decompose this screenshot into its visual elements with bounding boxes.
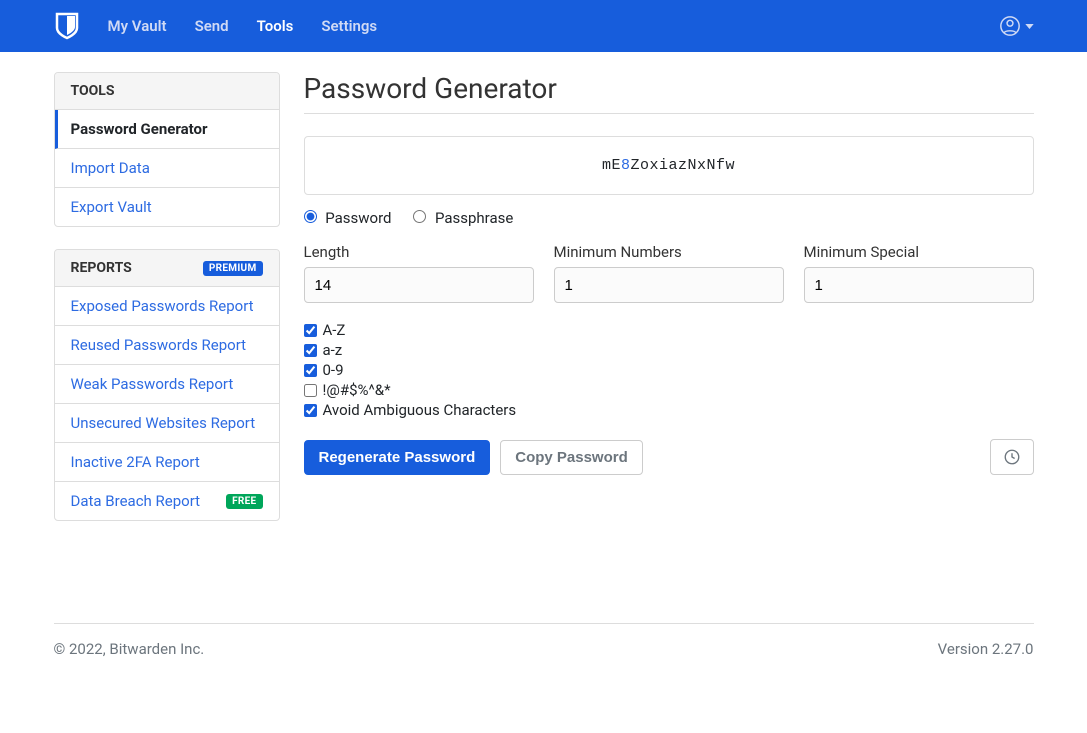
check-lowercase[interactable]: a-z <box>304 341 1034 359</box>
tools-header: TOOLS <box>55 73 279 110</box>
sidebar-item-weak-passwords-report[interactable]: Weak Passwords Report <box>55 365 279 404</box>
nav-link-my-vault[interactable]: My Vault <box>108 17 167 35</box>
check-ambiguous-label: Avoid Ambiguous Characters <box>323 401 517 419</box>
password-segment: ZoxiazNxNfw <box>631 157 736 174</box>
radio-passphrase-input[interactable] <box>413 210 426 223</box>
nav-link-tools[interactable]: Tools <box>257 17 294 35</box>
radio-passphrase-label: Passphrase <box>435 209 513 227</box>
check-ambiguous[interactable]: Avoid Ambiguous Characters <box>304 401 1034 419</box>
copy-button[interactable]: Copy Password <box>500 440 643 475</box>
sidebar-item-unsecured-websites-report[interactable]: Unsecured Websites Report <box>55 404 279 443</box>
check-numbers-label: 0-9 <box>323 361 344 379</box>
history-button[interactable] <box>990 439 1034 475</box>
sidebar-item-label: Reused Passwords Report <box>71 336 247 354</box>
char-options: A-Z a-z 0-9 !@#$%^&* Avoid Ambiguous Cha… <box>304 321 1034 419</box>
tools-card: TOOLS Password GeneratorImport DataExpor… <box>54 72 280 227</box>
check-uppercase[interactable]: A-Z <box>304 321 1034 339</box>
check-numbers[interactable]: 0-9 <box>304 361 1034 379</box>
min-numbers-input[interactable] <box>554 267 784 303</box>
free-badge: FREE <box>226 494 262 509</box>
clock-icon <box>1003 448 1021 466</box>
check-lowercase-label: a-z <box>323 341 343 359</box>
radio-passphrase[interactable]: Passphrase <box>413 209 513 227</box>
check-ambiguous-input[interactable] <box>304 404 317 417</box>
reports-header-label: REPORTS <box>71 260 132 276</box>
bitwarden-logo[interactable] <box>54 11 80 41</box>
sidebar-item-exposed-passwords-report[interactable]: Exposed Passwords Report <box>55 287 279 326</box>
nav-link-settings[interactable]: Settings <box>321 17 377 35</box>
page-title: Password Generator <box>304 72 1034 114</box>
length-field: Length <box>304 243 534 303</box>
check-special-input[interactable] <box>304 384 317 397</box>
sidebar-item-label: Weak Passwords Report <box>71 375 234 393</box>
sidebar-item-import-data[interactable]: Import Data <box>55 149 279 188</box>
sidebar-item-data-breach-report[interactable]: Data Breach Report FREE <box>55 482 279 520</box>
reports-card: REPORTS PREMIUM Exposed Passwords Report… <box>54 249 280 521</box>
check-uppercase-label: A-Z <box>323 321 346 339</box>
min-special-field: Minimum Special <box>804 243 1034 303</box>
footer: © 2022, Bitwarden Inc. Version 2.27.0 <box>54 623 1034 698</box>
min-numbers-field: Minimum Numbers <box>554 243 784 303</box>
nav-link-send[interactable]: Send <box>195 17 229 35</box>
reports-header: REPORTS PREMIUM <box>55 250 279 287</box>
top-navbar: My Vault Send Tools Settings <box>0 0 1087 52</box>
sidebar-item-label: Exposed Passwords Report <box>71 297 254 315</box>
sidebar-item-password-generator[interactable]: Password Generator <box>55 110 279 149</box>
radio-password-label: Password <box>325 209 391 227</box>
action-row: Regenerate Password Copy Password <box>304 439 1034 475</box>
generator-type-radios: Password Passphrase <box>304 209 1034 227</box>
sidebar-item-reused-passwords-report[interactable]: Reused Passwords Report <box>55 326 279 365</box>
sidebar-item-label: Unsecured Websites Report <box>71 414 256 432</box>
sidebar-item-inactive-2fa-report[interactable]: Inactive 2FA Report <box>55 443 279 482</box>
min-special-label: Minimum Special <box>804 243 1034 261</box>
check-numbers-input[interactable] <box>304 364 317 377</box>
check-special[interactable]: !@#$%^&* <box>304 381 1034 399</box>
footer-version: Version 2.27.0 <box>938 640 1034 658</box>
sidebar-item-export-vault[interactable]: Export Vault <box>55 188 279 226</box>
password-segment: mE <box>602 157 621 174</box>
caret-down-icon <box>1025 24 1034 29</box>
length-label: Length <box>304 243 534 261</box>
account-menu[interactable] <box>999 15 1034 37</box>
regenerate-button[interactable]: Regenerate Password <box>304 440 491 475</box>
sidebar: TOOLS Password GeneratorImport DataExpor… <box>54 72 280 543</box>
main-content: Password Generator mE8ZoxiazNxNfw Passwo… <box>304 72 1034 543</box>
sidebar-item-label: Inactive 2FA Report <box>71 453 200 471</box>
radio-password[interactable]: Password <box>304 209 396 227</box>
footer-copyright: © 2022, Bitwarden Inc. <box>54 640 205 658</box>
sidebar-item-label: Data Breach Report <box>71 492 201 510</box>
check-special-label: !@#$%^&* <box>323 381 391 399</box>
nav-links: My Vault Send Tools Settings <box>108 17 999 35</box>
check-uppercase-input[interactable] <box>304 324 317 337</box>
min-numbers-label: Minimum Numbers <box>554 243 784 261</box>
min-special-input[interactable] <box>804 267 1034 303</box>
check-lowercase-input[interactable] <box>304 344 317 357</box>
password-segment: 8 <box>621 157 631 174</box>
generated-password-display: mE8ZoxiazNxNfw <box>304 136 1034 195</box>
premium-badge: PREMIUM <box>203 261 263 276</box>
radio-password-input[interactable] <box>304 210 317 223</box>
length-input[interactable] <box>304 267 534 303</box>
